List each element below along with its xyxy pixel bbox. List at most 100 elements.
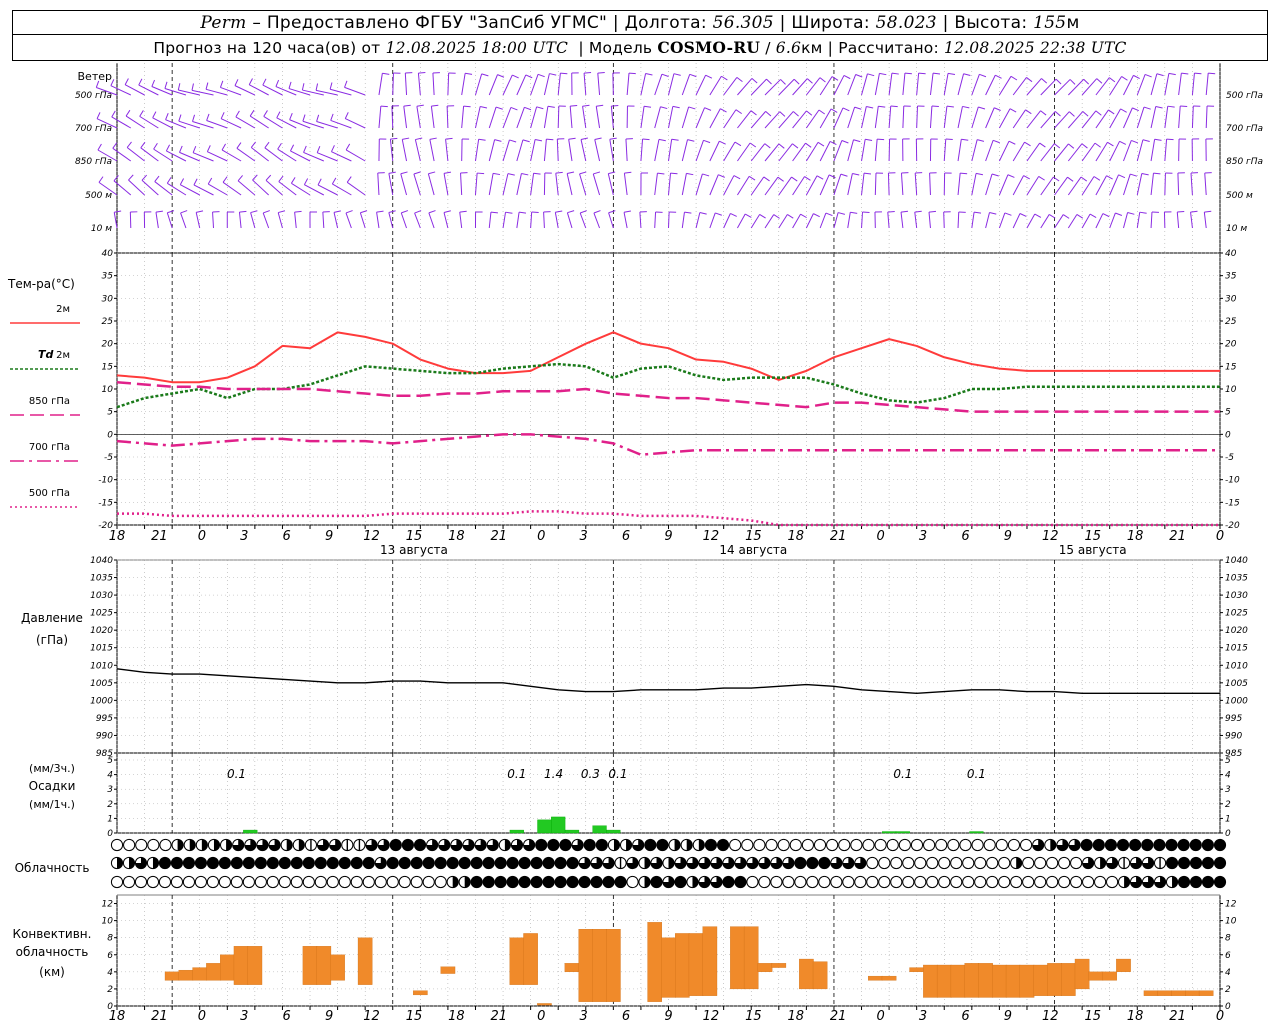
cloud-cover-symbol <box>1201 856 1215 870</box>
cloud-half-fill <box>1124 876 1130 888</box>
cloud-cover-symbol <box>583 838 596 852</box>
convective-cloud-bar <box>1171 990 1186 996</box>
temperature-legend: 2м2мTd850 гПа700 гПа500 гПа <box>10 304 80 508</box>
wind-barb-feather <box>866 106 874 109</box>
wind-barb <box>847 212 851 229</box>
wind-barb-feather <box>290 177 296 184</box>
wind-barb-feather <box>570 105 578 107</box>
cloud-cover-symbol <box>110 875 124 889</box>
date-label: 14 августа <box>719 543 787 557</box>
wind-barb-feather <box>167 210 175 214</box>
wind-barb-feather <box>234 79 239 86</box>
wind-barb-feather <box>316 114 320 122</box>
wind-barb <box>1205 73 1209 96</box>
cloud-cover-symbol <box>422 856 435 870</box>
cloud-cover-symbol <box>1058 875 1071 889</box>
hour-label: 9 <box>1004 1009 1012 1024</box>
wind-barb <box>180 212 187 229</box>
wind-barb-feather <box>524 106 532 111</box>
wind-barb <box>1026 142 1041 162</box>
cloud-cover-symbol <box>362 875 375 889</box>
wind-barb <box>900 173 904 196</box>
wind-barb-feather <box>736 76 743 82</box>
cloud-cover-symbol <box>1022 875 1035 889</box>
wind-barb <box>737 213 746 229</box>
cloud-cover-symbol <box>1070 875 1083 889</box>
wind-barb-feather <box>98 176 104 183</box>
cloud-cover-symbol <box>926 856 939 870</box>
legend-label: 2м <box>56 304 70 315</box>
pressure-axis-tick-label: 990 <box>1225 731 1242 741</box>
wind-barb-feather <box>914 210 922 213</box>
wind-barb-feather <box>779 111 786 117</box>
wind-barb <box>1067 143 1083 162</box>
wind-barb-feather <box>829 140 837 146</box>
hour-label: 3 <box>240 529 248 544</box>
wind-barb-feather <box>831 76 839 81</box>
wind-barb-feather <box>505 211 513 214</box>
wind-barb <box>778 78 795 96</box>
wind-barb <box>1040 214 1050 229</box>
wind-barb-feather <box>1083 78 1090 85</box>
cloud-half-fill <box>152 857 159 869</box>
wind-barb-feather <box>818 109 826 115</box>
wind-barb <box>378 73 383 96</box>
cloud-cover-symbol <box>716 838 730 852</box>
wind-barb-feather <box>623 210 632 213</box>
wind-barb-feather <box>1143 106 1151 110</box>
wind-barb-feather <box>278 210 286 214</box>
wind-barb-feather <box>1120 108 1127 113</box>
pressure-axis-tick-label: 1020 <box>1225 626 1248 636</box>
wind-barb <box>764 111 781 129</box>
wind-barb-feather <box>597 72 605 74</box>
wind-barb <box>709 140 720 162</box>
wind-barb-feather <box>1055 78 1062 85</box>
cloud-cover-symbol <box>559 838 572 852</box>
wind-barb-feather <box>113 175 119 182</box>
wind-barb-feather <box>465 72 473 75</box>
precip-amount-label: 0.3 <box>581 767 600 781</box>
legend-prefix: Td <box>38 348 54 361</box>
wind-barb-feather <box>928 210 937 213</box>
wind-barb-feather <box>989 211 997 215</box>
wind-barb <box>195 212 201 229</box>
wind-barb-feather <box>792 143 799 149</box>
wind-barb-feather <box>250 210 258 214</box>
precip-axis-tick-label: 1 <box>1225 814 1231 824</box>
wind-barb <box>900 212 904 229</box>
cloud-cover-symbol <box>950 875 963 889</box>
wind-barb-feather <box>537 73 545 78</box>
cloud-cover-symbol <box>266 856 279 870</box>
wind-barb-feather <box>890 105 898 108</box>
wind-level-label: 500 м <box>1226 191 1253 201</box>
convective-cloud-bar <box>316 946 332 985</box>
hour-label: 15 <box>406 1009 423 1024</box>
wind-barb-feather <box>459 210 467 213</box>
wind-barb-feather <box>992 139 1000 144</box>
wind-barb <box>400 173 408 196</box>
temp-axis-tick-label: -5 <box>1225 453 1234 463</box>
wind-barb <box>488 173 494 196</box>
wind-barb-feather <box>262 78 267 86</box>
legend-label: 700 гПа <box>29 442 70 453</box>
cloud-cover-symbol <box>1034 875 1047 889</box>
convective-cloud-bar <box>1185 990 1200 996</box>
convective-cloud-bar <box>1061 963 1076 996</box>
wind-barb <box>887 212 890 229</box>
wind-barb-feather <box>345 210 353 214</box>
cloud-cover-symbol <box>602 875 615 889</box>
hour-label: 3 <box>580 529 588 544</box>
wind-barb-feather <box>704 107 712 111</box>
pressure-axis-tick-label: 1000 <box>90 696 113 706</box>
wind-barb <box>957 106 963 129</box>
wind-barb <box>302 89 324 96</box>
cloud-cover-symbol <box>1189 838 1202 852</box>
pressure-axis-tick-label: 1000 <box>1225 696 1248 706</box>
hour-label: 15 <box>745 1009 762 1024</box>
wind-barb <box>432 73 435 96</box>
wind-barb-feather <box>567 171 575 175</box>
conv-axis-tick-label: 10 <box>1225 917 1237 927</box>
wind-barb-feather <box>264 141 270 149</box>
convective-cloud-bar <box>537 1003 552 1006</box>
wind-barb-feather <box>443 171 452 174</box>
